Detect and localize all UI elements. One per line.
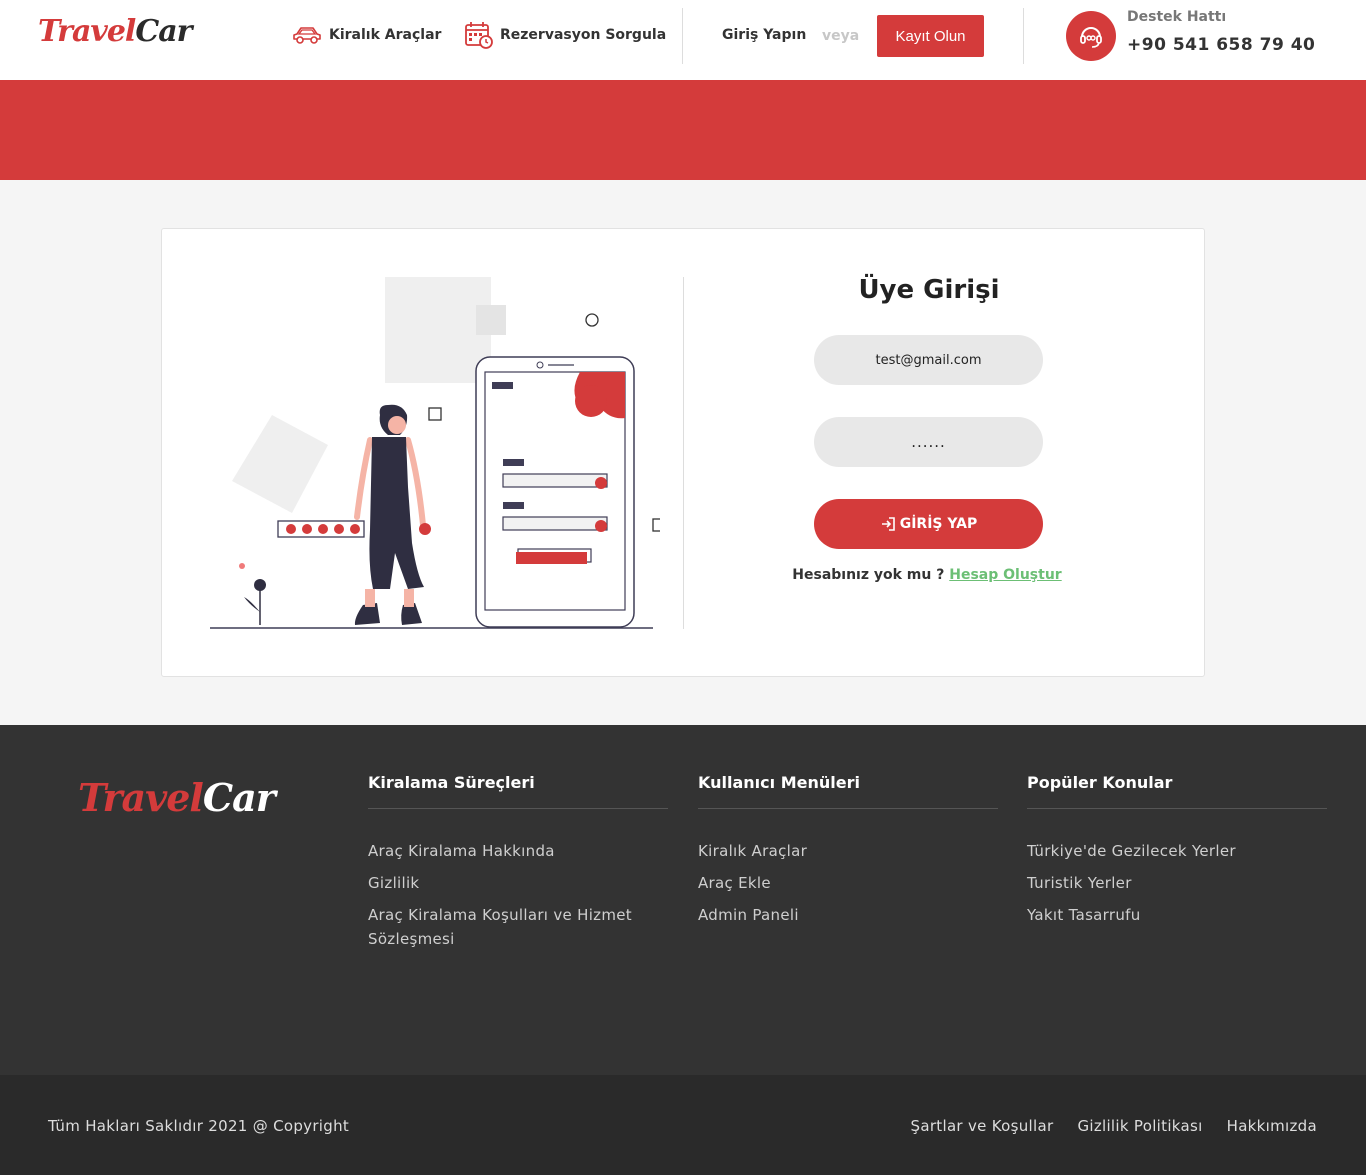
- footer-column-title: Kiralama Süreçleri: [368, 773, 668, 809]
- calendar-icon: [465, 22, 493, 49]
- footer-logo-text-car: Car: [202, 775, 276, 820]
- password-field[interactable]: [814, 417, 1043, 467]
- nav-reservation-query-label: Rezervasyon Sorgula: [500, 27, 667, 43]
- terms-link[interactable]: Şartlar ve Koşullar: [911, 1117, 1054, 1135]
- header-divider: [682, 8, 683, 64]
- footer-link[interactable]: Araç Kiralama Hakkında: [368, 839, 668, 863]
- signup-prompt: Hesabınız yok mu ? Hesap Oluştur: [762, 567, 1092, 583]
- logo-text-car: Car: [135, 14, 192, 49]
- footer-column-title: Popüler Konular: [1027, 773, 1327, 809]
- nav-reservation-query[interactable]: Rezervasyon Sorgula: [464, 21, 666, 49]
- copyright-text: Tüm Hakları Saklıdır 2021 @ Copyright: [48, 1117, 350, 1135]
- privacy-policy-link[interactable]: Gizlilik Politikası: [1077, 1117, 1202, 1135]
- footer-bottom-bar: Tüm Hakları Saklıdır 2021 @ Copyright Şa…: [0, 1075, 1366, 1175]
- footer-column-title: Kullanıcı Menüleri: [698, 773, 998, 809]
- email-field[interactable]: [814, 335, 1043, 385]
- or-text: veya: [822, 28, 860, 44]
- card-divider: [683, 277, 684, 629]
- site-header: TravelCar Kiralık Araçlar Rezervasyon So…: [0, 0, 1366, 80]
- no-account-text: Hesabınız yok mu ?: [792, 567, 945, 583]
- footer-link[interactable]: Gizlilik: [368, 871, 668, 895]
- support-line-label: Destek Hattı: [1127, 9, 1227, 25]
- site-logo[interactable]: TravelCar: [38, 14, 192, 49]
- footer-logo-text-travel: Travel: [78, 775, 204, 820]
- login-card: Üye Girişi GİRİŞ YAP Hesabınız yok mu ? …: [161, 228, 1205, 677]
- footer-link[interactable]: Yakıt Tasarrufu: [1027, 903, 1327, 927]
- login-link[interactable]: Giriş Yapın: [722, 27, 806, 43]
- footer-link[interactable]: Kiralık Araçlar: [698, 839, 998, 863]
- car-icon: [293, 27, 321, 44]
- create-account-link[interactable]: Hesap Oluştur: [949, 567, 1061, 583]
- footer-logo[interactable]: TravelCar: [78, 775, 276, 820]
- login-submit-label: GİRİŞ YAP: [899, 516, 978, 532]
- footer-column-popular-topics: Popüler Konular Türkiye'de Gezilecek Yer…: [1027, 773, 1327, 935]
- footer-link[interactable]: Türkiye'de Gezilecek Yerler: [1027, 839, 1327, 863]
- footer-link[interactable]: Araç Kiralama Koşulları ve Hizmet Sözleş…: [368, 903, 668, 951]
- headset-icon: [1066, 11, 1116, 61]
- header-divider-2: [1023, 8, 1024, 64]
- footer-link[interactable]: Turistik Yerler: [1027, 871, 1327, 895]
- footer-bottom-links: Şartlar ve Koşullar Gizlilik Politikası …: [911, 1117, 1317, 1135]
- footer-column-rental-processes: Kiralama Süreçleri Araç Kiralama Hakkınd…: [368, 773, 668, 959]
- footer-link[interactable]: Araç Ekle: [698, 871, 998, 895]
- about-us-link[interactable]: Hakkımızda: [1227, 1117, 1317, 1135]
- login-title: Üye Girişi: [858, 275, 1000, 305]
- logo-text-travel: Travel: [38, 14, 136, 49]
- register-button[interactable]: Kayıt Olun: [877, 15, 984, 57]
- site-footer: TravelCar Kiralama Süreçleri Araç Kirala…: [0, 725, 1366, 1075]
- nav-rental-cars[interactable]: Kiralık Araçlar: [291, 21, 441, 49]
- footer-column-user-menus: Kullanıcı Menüleri Kiralık Araçlar Araç …: [698, 773, 998, 935]
- sign-in-icon: [881, 517, 895, 531]
- support-phone[interactable]: +90 541 658 79 40: [1127, 35, 1315, 55]
- login-submit-button[interactable]: GİRİŞ YAP: [814, 499, 1043, 549]
- login-illustration: [210, 277, 660, 629]
- page-banner: [0, 80, 1366, 180]
- nav-rental-cars-label: Kiralık Araçlar: [329, 27, 442, 43]
- footer-link[interactable]: Admin Paneli: [698, 903, 998, 927]
